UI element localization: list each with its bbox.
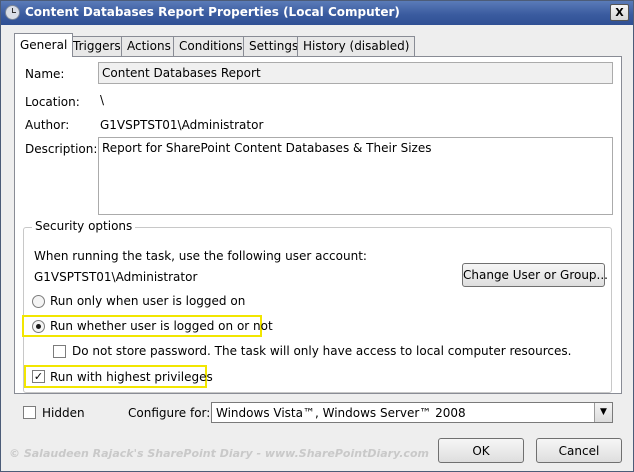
author-label: Author: bbox=[25, 118, 70, 132]
highest-privileges-label[interactable]: Run with highest privileges bbox=[50, 370, 213, 384]
name-label: Name: bbox=[25, 67, 65, 81]
no-store-password-label[interactable]: Do not store password. The task will onl… bbox=[72, 344, 571, 358]
configure-for-select[interactable]: Windows Vista™, Windows Server™ 2008 ▼ bbox=[211, 402, 613, 423]
description-label: Description: bbox=[25, 142, 98, 156]
security-options-title: Security options bbox=[32, 219, 136, 233]
ok-button[interactable]: OK bbox=[438, 438, 524, 463]
title-bar[interactable]: Content Databases Report Properties (Loc… bbox=[1, 1, 633, 25]
radio-run-when-logged-on[interactable] bbox=[32, 295, 45, 308]
chevron-down-icon[interactable]: ▼ bbox=[594, 403, 612, 422]
tab-actions[interactable]: Actions bbox=[121, 36, 177, 56]
location-value: \ bbox=[100, 93, 105, 107]
account-prompt: When running the task, use the following… bbox=[34, 249, 367, 263]
account-value: G1VSPTST01\Administrator bbox=[34, 270, 198, 284]
checkbox-highest-privileges[interactable]: ✓ bbox=[32, 370, 45, 383]
clock-icon bbox=[5, 5, 20, 20]
window-title: Content Databases Report Properties (Loc… bbox=[25, 5, 400, 19]
tab-settings[interactable]: Settings bbox=[243, 36, 305, 56]
tab-conditions[interactable]: Conditions bbox=[173, 36, 249, 56]
name-field[interactable]: Content Databases Report bbox=[98, 62, 613, 84]
radio-run-whether-logged-on[interactable] bbox=[32, 320, 45, 333]
tab-general[interactable]: General bbox=[14, 33, 74, 57]
configure-for-label: Configure for: bbox=[128, 406, 211, 420]
hidden-label[interactable]: Hidden bbox=[42, 406, 85, 420]
description-textarea[interactable]: Report for SharePoint Content Databases … bbox=[98, 137, 613, 215]
location-label: Location: bbox=[25, 95, 80, 109]
configure-for-value: Windows Vista™, Windows Server™ 2008 bbox=[216, 406, 466, 420]
close-button[interactable]: X bbox=[610, 4, 629, 21]
author-value: G1VSPTST01\Administrator bbox=[100, 118, 264, 132]
change-user-button[interactable]: Change User or Group... bbox=[462, 263, 608, 287]
watermark: © Salaudeen Rajack's SharePoint Diary - … bbox=[9, 447, 429, 460]
checkbox-no-store-password[interactable] bbox=[53, 345, 66, 358]
radio-run-when-logged-on-label[interactable]: Run only when user is logged on bbox=[50, 294, 245, 308]
cancel-button[interactable]: Cancel bbox=[536, 438, 622, 463]
tab-history[interactable]: History (disabled) bbox=[297, 36, 416, 56]
tab-triggers[interactable]: Triggers bbox=[67, 36, 127, 56]
radio-run-whether-logged-on-label[interactable]: Run whether user is logged on or not bbox=[50, 319, 273, 333]
properties-dialog: Content Databases Report Properties (Loc… bbox=[0, 0, 634, 472]
checkbox-hidden[interactable] bbox=[23, 406, 36, 419]
